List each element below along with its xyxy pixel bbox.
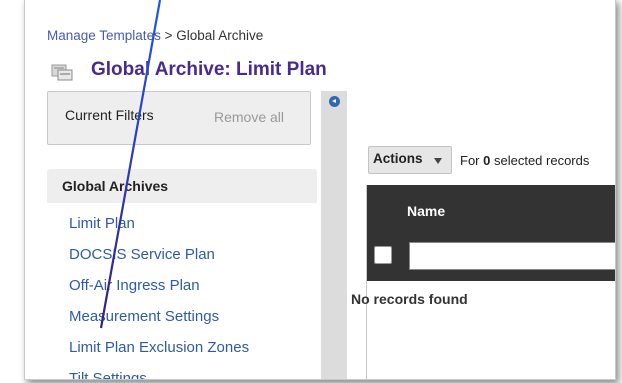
annotation-arrow-line xyxy=(99,0,162,329)
annotation-arrow xyxy=(99,0,162,329)
